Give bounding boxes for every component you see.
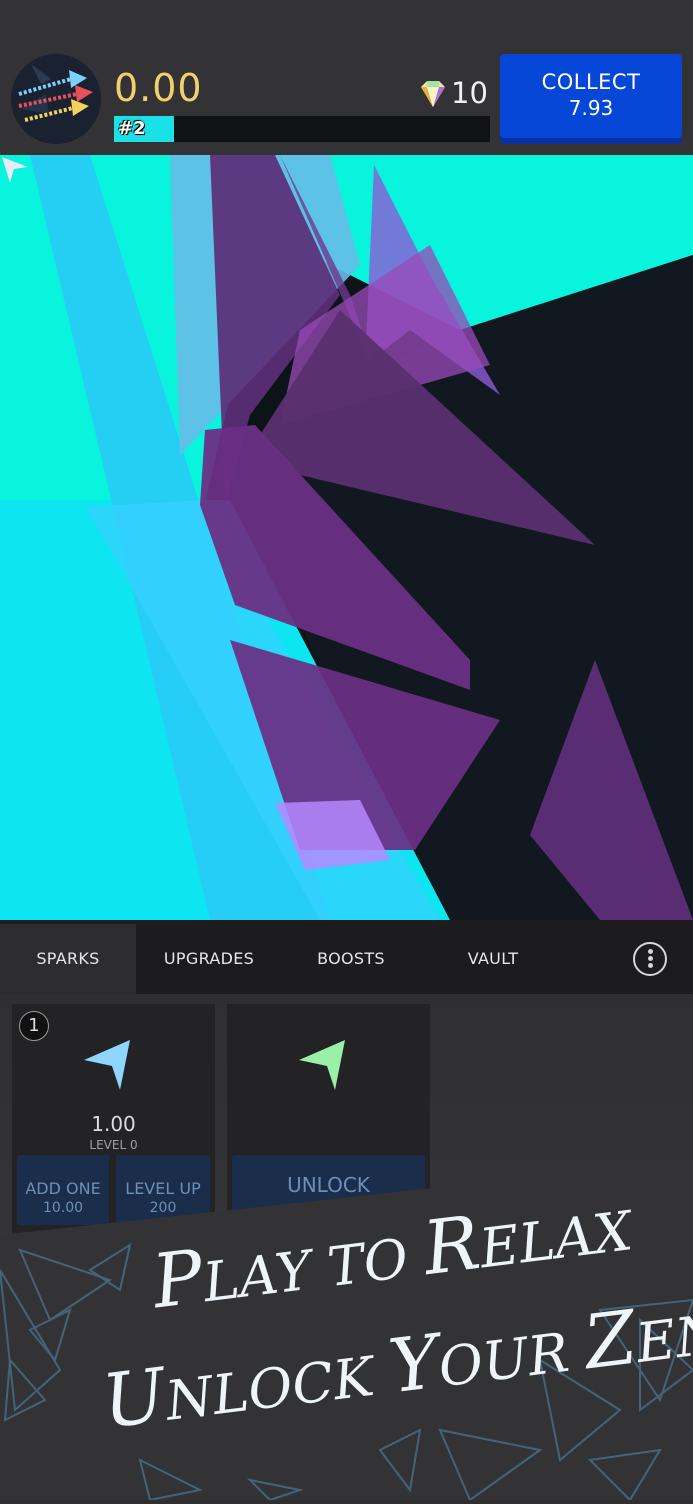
promo-line2-word2: OUR xyxy=(435,1318,590,1400)
collect-button[interactable]: COLLECT 7.93 xyxy=(500,54,682,138)
tab-upgrades[interactable]: UPGRADES xyxy=(140,924,278,994)
promo-line1-initial: P xyxy=(148,1233,208,1326)
top-bar: 0.00 #2 10 COLLECT 7.93 xyxy=(0,0,693,155)
collect-label: COLLECT xyxy=(541,70,641,94)
promo-line2-initial: U xyxy=(98,1352,171,1446)
rank-progress-bar: #2 xyxy=(114,116,490,142)
spark-value: 1.00 xyxy=(91,1112,136,1136)
promo-banner: PLAY TO RELAX UNLOCK YOUR ZEN xyxy=(0,1160,693,1502)
promo-line1-word1: LAY xyxy=(199,1236,332,1315)
sparks-avatar-icon xyxy=(11,54,101,144)
promo-line1-initial2: R xyxy=(418,1199,485,1293)
tab-boosts[interactable]: BOOSTS xyxy=(281,924,421,994)
spark-level: LEVEL 0 xyxy=(89,1138,138,1152)
gem-count: 10 xyxy=(451,76,488,110)
spark-cursor-icon xyxy=(2,157,28,183)
tab-vault[interactable]: VAULT xyxy=(423,924,563,994)
tab-sparks[interactable]: SPARKS xyxy=(0,924,136,994)
gem-icon xyxy=(421,81,445,107)
promo-line2-initial3: Z xyxy=(579,1294,641,1387)
play-field-art xyxy=(0,155,693,920)
rank-label: #2 xyxy=(118,118,146,139)
promo-line1-word3: ELAX xyxy=(476,1199,636,1281)
play-field[interactable] xyxy=(0,155,693,920)
spark-arrow-icon xyxy=(299,1040,345,1090)
promo-line2-word3: EN xyxy=(632,1301,693,1376)
tab-bar: SPARKS UPGRADES BOOSTS VAULT xyxy=(0,920,693,994)
count-badge: 1 xyxy=(19,1011,49,1041)
more-options-icon[interactable] xyxy=(633,942,667,976)
score-value: 0.00 xyxy=(114,66,203,110)
avatar[interactable] xyxy=(11,54,101,144)
spark-arrow-icon xyxy=(84,1040,130,1090)
promo-line2-initial2: Y xyxy=(384,1318,444,1411)
collect-value: 7.93 xyxy=(568,96,614,120)
promo-line1-word2: TO xyxy=(324,1224,429,1300)
